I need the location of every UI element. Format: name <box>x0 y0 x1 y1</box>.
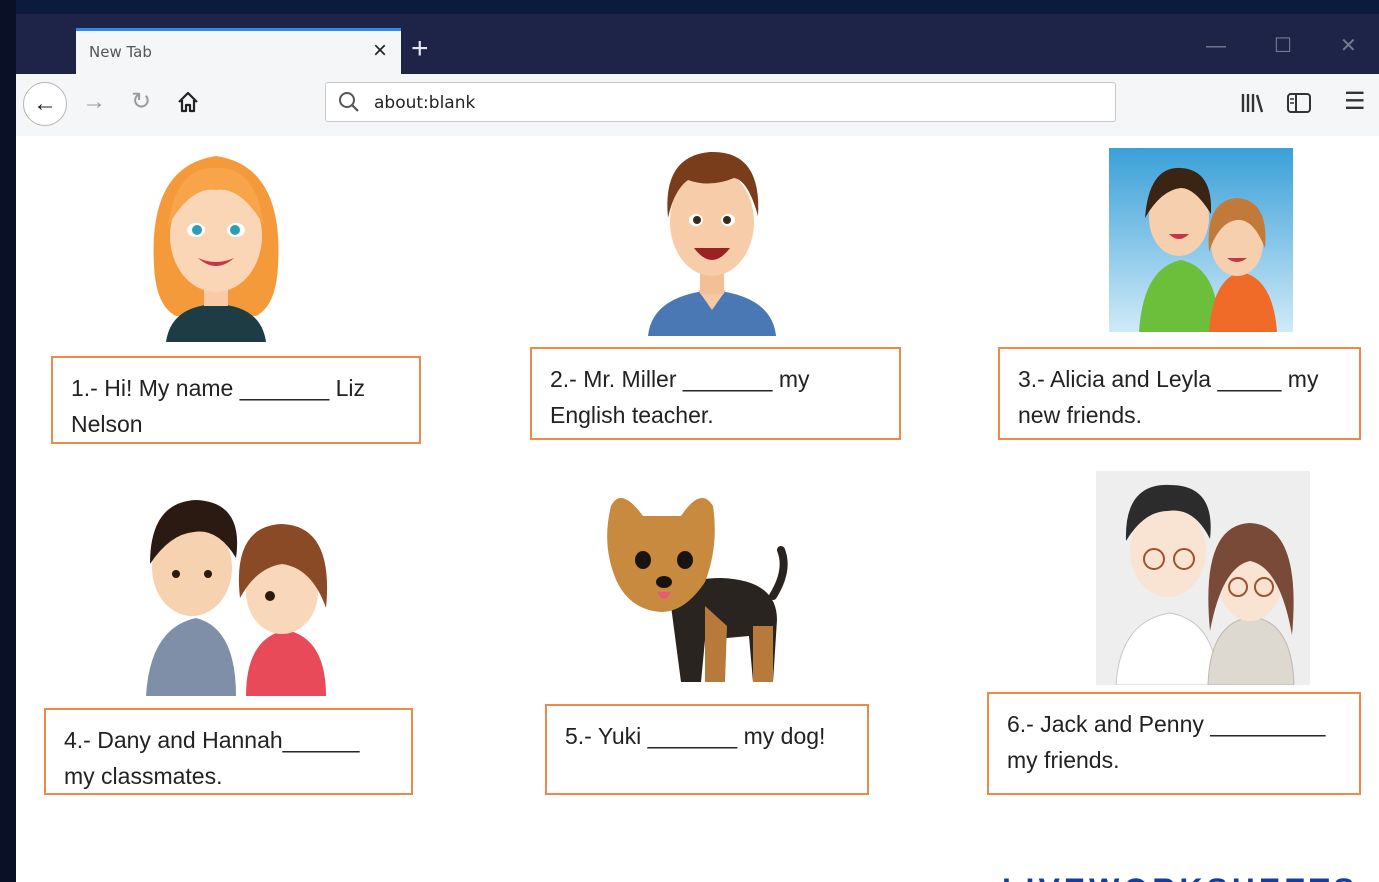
question-2-text: 2.- Mr. Miller _______ my English teache… <box>550 366 810 428</box>
close-tab-icon[interactable]: × <box>373 37 387 65</box>
back-arrow-icon: ← <box>33 90 57 117</box>
question-6-text: 6.- Jack and Penny _________ my friends. <box>1007 711 1326 773</box>
question-5-text: 5.- Yuki _______ my dog! <box>565 723 826 749</box>
question-5-box: 5.- Yuki _______ my dog! <box>545 704 869 795</box>
page-content: 1.- Hi! My name _______ Liz Nelson 2.- M… <box>16 136 1379 882</box>
liz-illustration <box>153 156 279 342</box>
reload-button[interactable]: ↻ <box>131 88 151 116</box>
question-4-box: 4.- Dany and Hannah______ my classmates. <box>44 708 413 795</box>
new-tab-button[interactable]: + <box>411 32 429 66</box>
browser-window: New Tab × + — ☐ ✕ ← → ↻ about:blank ☰ 1.… <box>16 14 1379 882</box>
home-icon[interactable] <box>176 90 200 114</box>
dany-hannah-illustration <box>146 500 328 696</box>
back-button[interactable]: ← <box>23 82 67 126</box>
question-3-box: 3.- Alicia and Leyla _____ my new friend… <box>998 347 1361 440</box>
question-6-box: 6.- Jack and Penny _________ my friends. <box>987 692 1361 795</box>
tab-title: New Tab <box>89 43 152 61</box>
url-text: about:blank <box>374 93 476 113</box>
question-2-box: 2.- Mr. Miller _______ my English teache… <box>530 347 901 440</box>
tab-bar: New Tab × + — ☐ ✕ <box>16 14 1379 74</box>
jack-penny-illustration <box>1096 471 1310 685</box>
mr-miller-illustration <box>648 151 776 336</box>
sidebar-icon[interactable] <box>1286 91 1312 115</box>
question-1-text: 1.- Hi! My name _______ Liz Nelson <box>71 375 366 437</box>
desktop-frame-left <box>0 0 16 882</box>
liveworksheets-watermark: LIVEWORKSHEETS <box>1002 872 1358 882</box>
library-icon[interactable] <box>1239 91 1265 115</box>
yuki-dog-illustration <box>607 498 788 682</box>
desktop-frame-top <box>0 0 1379 14</box>
url-bar[interactable]: about:blank <box>325 82 1116 122</box>
nav-toolbar: ← → ↻ about:blank ☰ <box>16 74 1379 137</box>
search-icon <box>339 92 359 112</box>
question-1-box: 1.- Hi! My name _______ Liz Nelson <box>51 356 421 444</box>
menu-button[interactable]: ☰ <box>1344 88 1366 116</box>
close-window-button[interactable]: ✕ <box>1340 36 1357 56</box>
question-3-text: 3.- Alicia and Leyla _____ my new friend… <box>1018 366 1319 428</box>
forward-button[interactable]: → <box>82 88 106 116</box>
question-4-text: 4.- Dany and Hannah______ my classmates. <box>64 727 360 789</box>
maximize-button[interactable]: ☐ <box>1274 36 1292 56</box>
minimize-button[interactable]: — <box>1206 36 1226 56</box>
alicia-leyla-illustration <box>1109 148 1293 332</box>
tab-new-tab[interactable]: New Tab × <box>76 28 401 74</box>
